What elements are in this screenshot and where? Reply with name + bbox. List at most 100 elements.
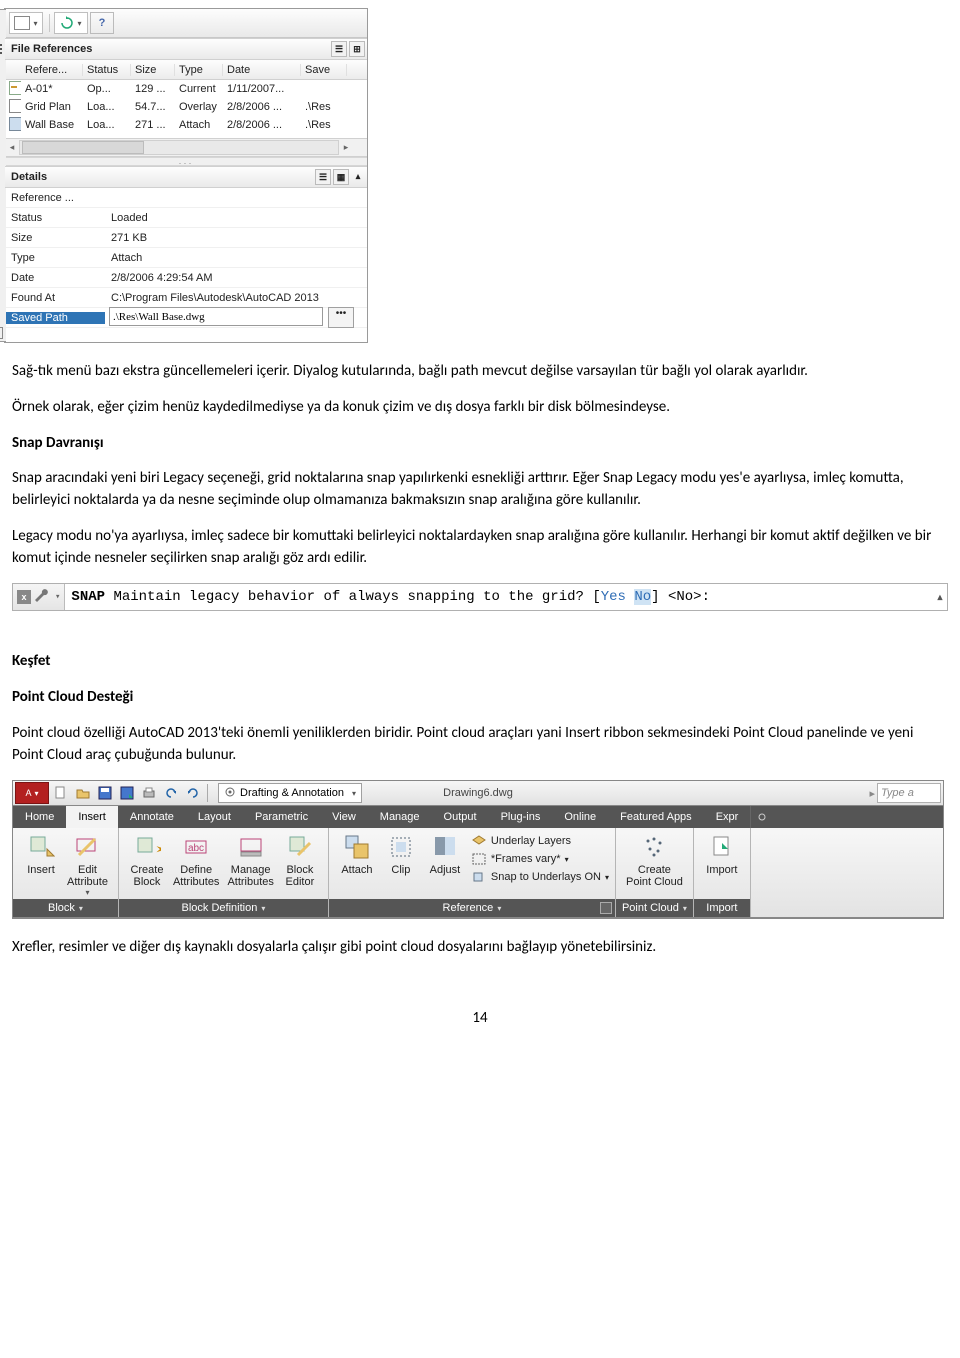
help-icon[interactable]: ?	[90, 12, 114, 34]
detail-key: Date	[5, 272, 105, 284]
new-icon[interactable]	[51, 784, 71, 802]
tab-plugins[interactable]: Plug-ins	[489, 806, 553, 828]
dialog-launcher-icon[interactable]	[600, 902, 612, 914]
files-grid: Refere... Status Size Type Date Save A-0…	[5, 60, 367, 157]
details-list-icon[interactable]: ☰	[315, 169, 331, 185]
frames-dropdown[interactable]: *Frames vary* ▾	[471, 850, 609, 868]
paragraph: Legacy modu no'ya ayarlıysa, imleç sadec…	[12, 526, 948, 570]
saved-path-input[interactable]	[109, 307, 323, 326]
adjust-button[interactable]: Adjust	[427, 832, 463, 876]
group-title: Reference▾	[329, 899, 615, 917]
pin-icon[interactable]	[0, 28, 1, 41]
col-date[interactable]: Date	[223, 64, 301, 76]
define-attributes-button[interactable]: abc Define Attributes	[173, 832, 219, 888]
tab-featured[interactable]: Featured Apps	[608, 806, 704, 828]
paragraph: Snap aracındaki yeni biri Legacy seçeneğ…	[12, 468, 948, 512]
browse-button[interactable]: •••	[328, 307, 354, 328]
close-icon[interactable]: x	[17, 590, 31, 604]
grid-row[interactable]: Wall Base Loa... 271 ... Attach 2/8/2006…	[5, 116, 367, 134]
detail-key-selected: Saved Path	[5, 312, 105, 324]
expand-icon[interactable]: ▴	[933, 589, 947, 606]
attach-button[interactable]: Attach	[339, 832, 375, 876]
option-yes[interactable]: Yes	[601, 589, 626, 605]
plot-icon[interactable]	[139, 784, 159, 802]
list-view-icon[interactable]: ☰	[331, 41, 347, 57]
attach-icon	[14, 16, 30, 30]
quick-access-toolbar: A▾ Drafting & Annotation ▾ Drawing6.dwg …	[13, 781, 943, 806]
minimize-ribbon-icon[interactable]	[750, 806, 773, 828]
undo-icon[interactable]	[161, 784, 181, 802]
underlay-layers-button[interactable]: Underlay Layers	[471, 832, 609, 850]
search-caret-icon[interactable]: ▸	[869, 787, 875, 800]
refresh-dropdown-button[interactable]: ▾	[54, 12, 88, 34]
attach-dropdown-button[interactable]: ▾	[9, 12, 43, 34]
grid-row[interactable]: A-01* Op... 129 ... Current 1/11/2007...	[5, 80, 367, 98]
paragraph: Örnek olarak, eğer çizim henüz kaydedilm…	[12, 397, 948, 419]
heading-snap: Snap Davranışı	[12, 433, 948, 455]
col-reference[interactable]: Refere...	[21, 64, 83, 76]
palette-options-icon[interactable]	[0, 327, 3, 339]
details-collapse-icon[interactable]: ▴	[351, 169, 365, 183]
app-menu-button[interactable]: A▾	[15, 782, 49, 804]
command-line[interactable]: x ▾ SNAP Maintain legacy behavior of alw…	[12, 583, 948, 611]
tab-home[interactable]: Home	[13, 806, 66, 828]
detail-value: 2/8/2006 4:29:54 AM	[105, 272, 367, 284]
scroll-right-icon[interactable]: ▸	[339, 142, 353, 153]
details-table: Reference ... StatusLoaded Size271 KB Ty…	[5, 188, 367, 342]
col-type[interactable]: Type	[175, 64, 223, 76]
detail-key: Type	[5, 252, 105, 264]
save-icon[interactable]	[95, 784, 115, 802]
col-size[interactable]: Size	[131, 64, 175, 76]
tree-view-icon[interactable]: ⊞	[349, 41, 365, 57]
redo-icon[interactable]	[183, 784, 203, 802]
tab-layout[interactable]: Layout	[186, 806, 243, 828]
body-text: Keşfet Point Cloud Desteği Point cloud ö…	[12, 651, 948, 766]
details-preview-icon[interactable]: ▦	[333, 169, 349, 185]
create-block-button[interactable]: ✶ Create Block	[129, 832, 165, 888]
tab-view[interactable]: View	[320, 806, 368, 828]
manage-attributes-button[interactable]: Manage Attributes	[227, 832, 273, 888]
document-title: Drawing6.dwg	[443, 787, 513, 799]
block-editor-button[interactable]: Block Editor	[282, 832, 318, 888]
tab-output[interactable]: Output	[432, 806, 489, 828]
svg-text:✶: ✶	[155, 842, 161, 859]
insert-button[interactable]: Insert	[23, 832, 59, 876]
snap-underlays-dropdown[interactable]: Snap to Underlays ON ▾	[471, 868, 609, 886]
tab-express[interactable]: Expr	[704, 806, 751, 828]
detail-value: C:\Program Files\Autodesk\AutoCAD 2013	[105, 292, 367, 304]
edit-attribute-button[interactable]: Edit Attribute ▾	[67, 832, 108, 897]
tab-manage[interactable]: Manage	[368, 806, 432, 828]
saveas-icon[interactable]	[117, 784, 137, 802]
group-block: Insert Edit Attribute ▾ Block▾	[13, 828, 119, 917]
detail-key: Reference ...	[5, 192, 105, 204]
group-reference: Attach Clip Adjust Underlay Layers	[329, 828, 616, 917]
palette-menu-icon[interactable]	[0, 44, 2, 56]
workspace-dropdown[interactable]: Drafting & Annotation ▾	[218, 783, 362, 803]
horizontal-scrollbar[interactable]: ◂ ▸	[5, 138, 367, 156]
tab-parametric[interactable]: Parametric	[243, 806, 320, 828]
palette-toolbar: ▾ ▾ ?	[5, 9, 367, 38]
scroll-left-icon[interactable]: ◂	[5, 142, 19, 153]
import-button[interactable]: Import	[704, 832, 740, 876]
palette-splitter[interactable]: ···	[5, 157, 367, 166]
detail-value: Attach	[105, 252, 367, 264]
command-text: Maintain legacy behavior of always snapp…	[113, 589, 600, 605]
create-pointcloud-button[interactable]: Create Point Cloud	[626, 832, 683, 888]
col-status[interactable]: Status	[83, 64, 131, 76]
details-label: Details	[11, 171, 47, 183]
paragraph: Sağ-tık menü bazı ekstra güncellemeleri …	[12, 361, 948, 383]
col-saved[interactable]: Save	[301, 64, 347, 76]
group-title: Block Definition▾	[119, 899, 328, 917]
search-input[interactable]: Type a	[877, 783, 941, 803]
tab-online[interactable]: Online	[552, 806, 608, 828]
grid-header[interactable]: Refere... Status Size Type Date Save	[5, 60, 367, 80]
option-no[interactable]: No	[634, 589, 651, 605]
body-text: Sağ-tık menü bazı ekstra güncellemeleri …	[12, 361, 948, 569]
grid-row[interactable]: Grid Plan Loa... 54.7... Overlay 2/8/200…	[5, 98, 367, 116]
tab-insert[interactable]: Insert	[66, 806, 118, 828]
refresh-icon	[60, 16, 74, 30]
clip-button[interactable]: Clip	[383, 832, 419, 876]
detail-key: Size	[5, 232, 105, 244]
tab-annotate[interactable]: Annotate	[118, 806, 186, 828]
open-icon[interactable]	[73, 784, 93, 802]
